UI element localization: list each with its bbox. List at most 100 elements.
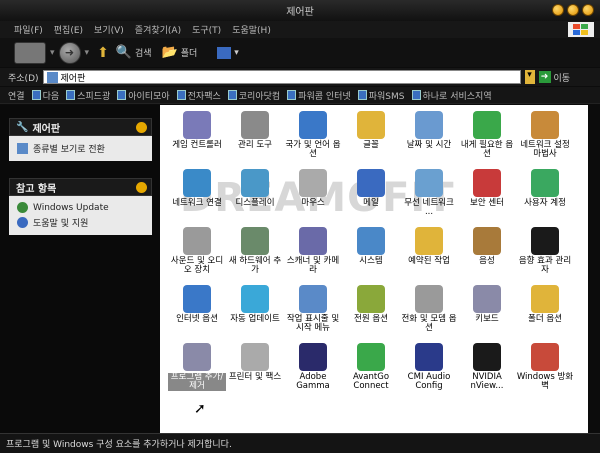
applet-label: 스캐너 및 카메라: [286, 256, 340, 275]
control-panel-header[interactable]: 🔧 제어판: [9, 118, 152, 136]
applet-label: 음향 효과 관리자: [518, 256, 572, 275]
control-panel-item[interactable]: 인터넷 옵션: [168, 285, 226, 345]
control-panel-item[interactable]: 네트워크 설정 마법사: [516, 111, 574, 171]
control-panel-item[interactable]: 스캐너 및 카메라: [284, 227, 342, 287]
menu-favorites[interactable]: 즐겨찾기(A): [135, 23, 181, 36]
address-dropdown-icon[interactable]: ▾: [524, 70, 535, 84]
see-also-header[interactable]: 참고 항목: [9, 178, 152, 196]
help-support-link[interactable]: 도움말 및 지원: [17, 216, 144, 229]
control-panel-item[interactable]: NVIDIA nView...: [458, 343, 516, 403]
control-panel-item[interactable]: 글꼴: [342, 111, 400, 171]
control-panel-item[interactable]: 새 하드웨어 추가: [226, 227, 284, 287]
link-item[interactable]: 다음: [31, 89, 59, 102]
folders-button[interactable]: 📂 폴더: [159, 45, 201, 60]
control-panel-item[interactable]: 폴더 옵션: [516, 285, 574, 345]
control-panel-item[interactable]: 시스템: [342, 227, 400, 287]
collapse-icon[interactable]: [136, 182, 147, 193]
applet-icon: [415, 285, 443, 313]
control-panel-item[interactable]: 자동 업데이트: [226, 285, 284, 345]
menu-edit[interactable]: 편집(E): [54, 23, 83, 36]
windows-update-link[interactable]: Windows Update: [17, 202, 144, 213]
menu-file[interactable]: 파일(F): [14, 23, 43, 36]
control-panel-item[interactable]: 음성: [458, 227, 516, 287]
control-panel-item[interactable]: 프로그램 추가/제거: [168, 343, 226, 403]
status-bar: 프로그램 및 Windows 구성 요소를 추가하거나 제거합니다.: [0, 433, 600, 453]
applet-icon: [473, 343, 501, 371]
link-item[interactable]: 전자팩스: [176, 89, 221, 102]
minimize-button[interactable]: [552, 4, 564, 16]
close-button[interactable]: [582, 4, 594, 16]
switch-category-view-link[interactable]: 종류별 보기로 전환: [17, 142, 144, 155]
applet-label: 예약된 작업: [408, 256, 450, 266]
control-panel-item[interactable]: 게임 컨트롤러: [168, 111, 226, 171]
views-button[interactable]: ▾: [214, 46, 242, 59]
control-panel-item[interactable]: 프린터 및 팩스: [226, 343, 284, 403]
control-panel-item[interactable]: 국가 및 언어 옵션: [284, 111, 342, 171]
applet-icon: [241, 227, 269, 255]
back-button[interactable]: [14, 41, 46, 64]
applet-icon: [241, 285, 269, 313]
control-panel-item[interactable]: 날짜 및 시간: [400, 111, 458, 171]
applet-label: 작업 표시줄 및 시작 메뉴: [286, 314, 340, 333]
applet-label: 프로그램 추가/제거: [168, 373, 226, 391]
control-panel-item[interactable]: 디스플레이: [226, 169, 284, 229]
control-panel-item[interactable]: 내게 필요한 옵션: [458, 111, 516, 171]
applet-label: 무선 네트워크 ...: [404, 198, 454, 217]
control-panel-item[interactable]: CMI Audio Config: [400, 343, 458, 403]
control-panel-item[interactable]: 사용자 계정: [516, 169, 574, 229]
menu-help[interactable]: 도움말(H): [232, 23, 271, 36]
control-panel-item[interactable]: 네트워크 연결: [168, 169, 226, 229]
back-dropdown-icon[interactable]: ▾: [50, 48, 55, 58]
forward-dropdown-icon[interactable]: ▾: [85, 48, 90, 58]
control-panel-item[interactable]: 무선 네트워크 ...: [400, 169, 458, 229]
up-folder-icon[interactable]: ⬆: [97, 45, 109, 61]
link-item[interactable]: 하나로 서비스지역: [411, 89, 492, 102]
applet-label: 폴더 옵션: [528, 314, 562, 324]
link-item[interactable]: 파워SMS: [357, 89, 405, 102]
control-panel-item[interactable]: Windows 방화벽: [516, 343, 574, 403]
applet-label: 게임 컨트롤러: [172, 140, 222, 150]
applet-label: 디스플레이: [235, 198, 275, 208]
link-item[interactable]: 파워콤 인터넷: [287, 89, 351, 102]
applet-icon: [415, 343, 443, 371]
windows-update-icon: [17, 202, 28, 213]
category-view-icon: [17, 143, 28, 154]
control-panel-item[interactable]: 마우스: [284, 169, 342, 229]
control-panel-item[interactable]: 키보드: [458, 285, 516, 345]
icon-view: DREAMOFIT 게임 컨트롤러 관리 도구 국가 및 언어 옵션 글꼴 날짜 및 시…: [160, 105, 600, 433]
collapse-icon[interactable]: [136, 122, 147, 133]
control-panel-item[interactable]: 전원 옵션: [342, 285, 400, 345]
applet-icon: [531, 169, 559, 197]
link-item[interactable]: 스피드광: [66, 89, 110, 102]
link-item[interactable]: 아이티모아: [117, 89, 170, 102]
control-panel-item[interactable]: 보안 센터: [458, 169, 516, 229]
control-panel-item[interactable]: 메일: [342, 169, 400, 229]
control-panel-item[interactable]: 전화 및 모뎀 옵션: [400, 285, 458, 345]
applet-label: 메일: [363, 198, 379, 208]
control-panel-item[interactable]: 작업 표시줄 및 시작 메뉴: [284, 285, 342, 345]
link-icon: [176, 90, 186, 100]
search-button[interactable]: 🔍 검색: [113, 45, 155, 60]
menu-view[interactable]: 보기(V): [94, 23, 124, 36]
link-item[interactable]: 코리아닷컴: [227, 89, 280, 102]
folder-icon: 📂: [161, 45, 178, 60]
address-label: 주소(D): [8, 73, 39, 84]
address-input[interactable]: 제어판: [42, 70, 521, 84]
control-panel-icon: [46, 71, 58, 83]
see-also-box: 참고 항목 Windows Update 도움말 및 지원: [9, 178, 152, 235]
control-panel-item[interactable]: 사운드 및 오디오 장치: [168, 227, 226, 287]
address-value: 제어판: [60, 73, 86, 84]
control-panel-item[interactable]: 관리 도구: [226, 111, 284, 171]
control-panel-item[interactable]: 음향 효과 관리자: [516, 227, 574, 287]
applet-icon: [241, 111, 269, 139]
scrollbar[interactable]: [588, 105, 600, 433]
control-panel-item[interactable]: AvantGo Connect: [342, 343, 400, 403]
control-panel-item[interactable]: Adobe Gamma: [284, 343, 342, 403]
window: 제어판 파일(F) 편집(E) 보기(V) 즐겨찾기(A) 도구(T) 도움말(…: [0, 0, 600, 453]
menu-tools[interactable]: 도구(T): [192, 23, 221, 36]
forward-button[interactable]: ➜: [58, 41, 81, 64]
maximize-button[interactable]: [567, 4, 579, 16]
go-button[interactable]: ➜ 이동: [538, 71, 570, 84]
applet-label: 국가 및 언어 옵션: [285, 140, 341, 159]
control-panel-item[interactable]: 예약된 작업: [400, 227, 458, 287]
